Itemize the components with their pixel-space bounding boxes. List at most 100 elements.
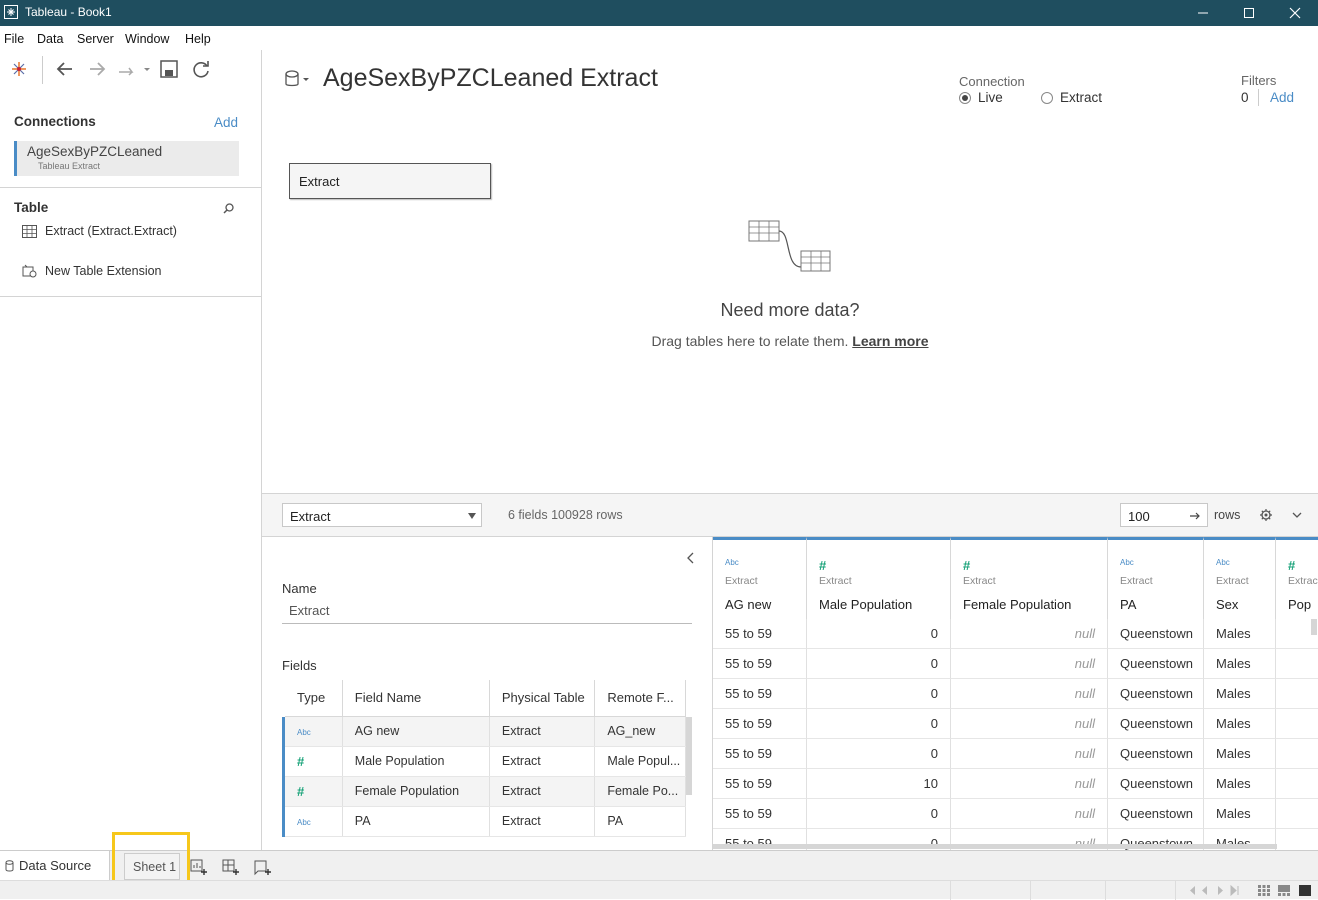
redo-menu-icon[interactable]: [116, 58, 152, 80]
table-row[interactable]: Abc PA Extract PA: [282, 806, 686, 837]
column-name[interactable]: Female Population: [963, 597, 1071, 612]
column-name[interactable]: PA: [1120, 597, 1136, 612]
column-header[interactable]: Physical Table: [489, 680, 596, 717]
filters-count: 0: [1241, 90, 1249, 105]
string-type-icon[interactable]: Abc: [725, 558, 739, 567]
search-icon[interactable]: [222, 202, 235, 215]
sheet-tabs-bar: Data Source Sheet 1: [0, 850, 1318, 881]
collapse-chevron-icon[interactable]: [686, 551, 696, 565]
physical-table: Extract: [489, 806, 596, 837]
grid-cell: Queenstown: [1108, 649, 1204, 679]
add-filter-link[interactable]: Add: [1270, 90, 1294, 105]
table-item-new-extension[interactable]: New Table Extension: [22, 264, 162, 278]
column-source: Extract: [1216, 575, 1249, 587]
column-source: Extract: [1120, 575, 1153, 587]
field-name[interactable]: PA: [342, 806, 490, 837]
number-type-icon[interactable]: #: [1288, 558, 1295, 573]
rows-value: 100: [1128, 509, 1150, 524]
divider: [0, 187, 262, 188]
live-radio[interactable]: [959, 92, 971, 104]
table-row[interactable]: Abc AG new Extract AG_new: [282, 716, 686, 747]
column-name[interactable]: Male Population: [819, 597, 912, 612]
new-dashboard-icon[interactable]: [222, 858, 240, 876]
minimize-button[interactable]: [1180, 0, 1226, 26]
grid-cell: 55 to 59: [713, 799, 807, 829]
grid-column-header[interactable]: # Extract Female Population: [951, 537, 1108, 619]
number-type-icon[interactable]: #: [819, 558, 826, 573]
string-type-icon[interactable]: Abc: [297, 728, 311, 737]
tableau-start-icon[interactable]: [8, 58, 30, 80]
string-type-icon[interactable]: Abc: [297, 818, 311, 827]
name-value[interactable]: Extract: [289, 603, 329, 618]
rows-input[interactable]: 100: [1120, 503, 1208, 527]
table-item-extract[interactable]: Extract (Extract.Extract): [22, 224, 177, 238]
column-header[interactable]: Field Name: [342, 680, 490, 717]
number-type-icon[interactable]: #: [297, 754, 304, 769]
close-button[interactable]: [1272, 0, 1318, 26]
vertical-scrollbar[interactable]: [1311, 619, 1317, 635]
menu-window[interactable]: Window: [125, 32, 169, 46]
menu-file[interactable]: File: [4, 32, 24, 46]
add-connection-link[interactable]: Add: [214, 115, 238, 130]
learn-more-link[interactable]: Learn more: [852, 333, 928, 349]
refresh-icon[interactable]: [190, 58, 212, 80]
arrow-right-icon[interactable]: [1189, 511, 1201, 521]
connection-item[interactable]: AgeSexByPZCLeaned Tableau Extract: [14, 141, 239, 176]
extract-radio[interactable]: [1041, 92, 1053, 104]
grid-column-header[interactable]: # Extrac Pop: [1276, 537, 1318, 619]
string-type-icon[interactable]: Abc: [1216, 558, 1230, 567]
remote-field: PA: [594, 806, 686, 837]
menu-server[interactable]: Server: [77, 32, 114, 46]
table-select[interactable]: Extract: [282, 503, 482, 527]
filmstrip-view-icon[interactable]: [1258, 885, 1270, 896]
scrollbar[interactable]: [686, 717, 692, 795]
grid-cell: 0: [807, 799, 951, 829]
grid-column-header[interactable]: Abc Extract Sex: [1204, 537, 1276, 619]
grid-cell: [1276, 799, 1318, 829]
grid-column-header[interactable]: Abc Extract PA: [1108, 537, 1204, 619]
connections-title: Connections: [14, 114, 96, 129]
table-row[interactable]: # Female Population Extract Female Po...: [282, 776, 686, 807]
remote-field: Female Po...: [594, 776, 686, 807]
tabs-view-icon[interactable]: [1299, 885, 1311, 896]
new-story-icon[interactable]: [254, 858, 272, 876]
table-row[interactable]: # Male Population Extract Male Popul...: [282, 746, 686, 777]
grid-toolbar: Extract 6 fields 100928 rows 100 rows: [262, 493, 1318, 537]
column-header[interactable]: Type: [282, 680, 343, 717]
grid-cell: [1276, 709, 1318, 739]
horizontal-scrollbar[interactable]: [713, 844, 1277, 849]
save-icon[interactable]: [158, 58, 180, 80]
title-bar: Tableau - Book1: [0, 0, 1318, 26]
grid-cell: Males: [1204, 709, 1276, 739]
tab-data-source[interactable]: Data Source: [0, 851, 110, 881]
column-name[interactable]: Pop: [1288, 597, 1311, 612]
new-worksheet-icon[interactable]: [190, 858, 208, 876]
column-name[interactable]: Sex: [1216, 597, 1238, 612]
number-type-icon[interactable]: #: [297, 784, 304, 799]
connection-label: Connection: [959, 74, 1025, 89]
menu-help[interactable]: Help: [185, 32, 211, 46]
field-name[interactable]: AG new: [342, 716, 490, 747]
back-icon[interactable]: [54, 58, 76, 80]
canvas-table-box[interactable]: Extract: [289, 163, 491, 199]
sheet-sorter-icon[interactable]: [1278, 885, 1290, 896]
menu-bar: File Data Server Window Help: [0, 26, 1318, 50]
column-header[interactable]: Remote F...: [594, 680, 686, 717]
tableau-logo-icon: [4, 5, 18, 19]
number-type-icon[interactable]: #: [963, 558, 970, 573]
chevron-down-icon[interactable]: [1291, 509, 1303, 521]
grid-column-header[interactable]: Abc Extract AG new: [713, 537, 807, 619]
grid-column-header[interactable]: # Extract Male Population: [807, 537, 951, 619]
grid-cell: Queenstown: [1108, 619, 1204, 649]
gear-icon[interactable]: [1259, 508, 1273, 522]
datasource-icon[interactable]: [284, 70, 310, 88]
string-type-icon[interactable]: Abc: [1120, 558, 1134, 567]
menu-data[interactable]: Data: [37, 32, 63, 46]
column-name[interactable]: AG new: [725, 597, 771, 612]
field-name[interactable]: Female Population: [342, 776, 490, 807]
sheet-navigation-icon[interactable]: [1186, 885, 1250, 896]
datasource-title[interactable]: AgeSexByPZCLeaned Extract: [323, 64, 658, 93]
field-name[interactable]: Male Population: [342, 746, 490, 777]
forward-icon[interactable]: [86, 58, 108, 80]
maximize-button[interactable]: [1226, 0, 1272, 26]
